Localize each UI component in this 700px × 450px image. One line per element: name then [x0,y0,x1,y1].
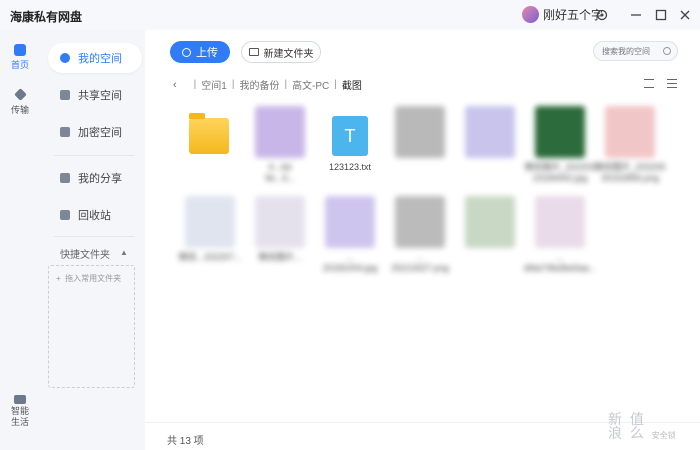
search-icon[interactable] [663,47,671,55]
nav-label: 加密空间 [78,127,122,139]
file-item[interactable]: 微信图片_202203 23184942.jpg [524,106,596,192]
transfer-icon [13,88,27,101]
folder-icon[interactable] [189,113,229,154]
quick-folder-dropzone[interactable]: + 拖入常用文件夹 [48,265,135,388]
rail-transfer-label: 传输 [10,105,29,115]
file-item[interactable]: ... 25213427.png [385,196,455,282]
rail-smart-life[interactable]: 智能 生活 [0,395,40,428]
file-item[interactable]: ... 20181004.jpg [315,196,385,282]
quick-folder-hint-text: 拖入常用文件夹 [65,274,122,283]
image-thumbnail[interactable] [465,106,515,158]
new-folder-button[interactable]: 新建文件夹 [241,41,321,63]
main-content: 上传 新建文件夹 ‹ | 空间1 | 我的备份 | 高文-PC | 截图 6..… [145,30,700,450]
file-name: ... 25213427.png [391,252,449,273]
left-rail: 首页 传输 智能 生活 [0,30,40,450]
file-name: 微信图片_202205 30152856.png [594,162,666,183]
breadcrumb-item[interactable]: 我的备份 [239,77,279,92]
nav-divider [54,155,134,156]
nav-item-shared-space[interactable]: 共享空间 [48,80,142,110]
image-thumbnail[interactable] [535,106,585,158]
new-folder-label: 新建文件夹 [263,48,314,60]
file-item[interactable]: T 123123.txt [315,106,385,192]
nav-label: 回收站 [78,210,111,222]
close-icon[interactable] [676,6,694,24]
file-name: ... dfda73fa3be5aa... [523,252,597,273]
avatar[interactable] [522,6,539,23]
file-item[interactable] [385,106,455,192]
nav-divider [54,236,134,237]
image-thumbnail[interactable] [605,106,655,158]
nav-item-recycle-bin[interactable]: 回收站 [48,200,142,230]
upload-button[interactable]: 上传 [170,41,230,63]
breadcrumb-separator: | [193,79,197,90]
upload-label: 上传 [196,47,218,59]
list-view-icon[interactable] [667,79,677,88]
image-thumbnail[interactable] [325,196,375,248]
maximize-icon[interactable] [652,6,670,24]
file-item[interactable] [455,196,525,282]
file-item[interactable] [175,106,245,192]
nav-label: 我的分享 [78,173,122,185]
new-folder-icon [248,48,259,56]
upload-icon [182,47,191,57]
file-item[interactable] [455,106,525,192]
file-item[interactable]: 微信图片... [245,196,315,282]
shield-icon [60,127,70,137]
rail-life-label: 智能 生活 [10,406,29,427]
file-name: 123123.txt [328,162,372,172]
rail-home-label: 首页 [10,60,29,70]
nav-panel: 我的空间 共享空间 加密空间 我的分享 回收站 快捷文件夹 ▲ + 拖入常用文件… [40,30,145,450]
image-thumbnail[interactable] [255,196,305,248]
home-icon [14,44,26,56]
minimize-icon[interactable] [627,6,645,24]
image-thumbnail[interactable] [395,106,445,158]
watermark-sub: 安全锁 [651,431,676,440]
file-item[interactable]: 6...6d 9e...6... [245,106,315,192]
file-item[interactable]: 微信...202207... [175,196,245,282]
caret-up-icon[interactable]: ▲ [120,248,128,257]
shared-space-icon [60,90,70,100]
breadcrumb-separator: | [284,79,288,90]
watermark-text: 新 值 浪 么 [608,411,646,441]
breadcrumb-separator: | [334,79,337,90]
file-item[interactable]: ... dfda73fa3be5aa... [524,196,596,282]
search-box[interactable] [593,41,678,61]
item-count: 共 13 项 [167,436,204,447]
nav-label: 共享空间 [78,90,122,102]
title-bar: 海康私有网盘 刚好五个字 [0,0,700,30]
back-icon[interactable]: ‹ [173,79,177,91]
rail-home[interactable]: 首页 [0,44,40,71]
rail-transfer[interactable]: 传输 [0,88,40,116]
nav-item-my-space[interactable]: 我的空间 [48,43,142,73]
nav-item-my-shares[interactable]: 我的分享 [48,163,142,193]
breadcrumb-item[interactable]: 空间1 [201,77,227,92]
watermark-logo: 新 值 浪 么 安全锁 [608,412,676,443]
my-space-icon [60,53,70,63]
text-file-glyph: T [344,125,356,146]
file-item[interactable]: 微信图片_202205 30152856.png [594,106,666,192]
text-file-icon[interactable]: T [332,116,368,156]
user-menu[interactable]: 刚好五个字 [522,6,603,23]
nav-item-encrypted-space[interactable]: 加密空间 [48,117,142,147]
breadcrumb-item[interactable]: 高文-PC [292,77,329,92]
image-thumbnail[interactable] [535,196,585,248]
search-input[interactable] [602,46,657,56]
quick-folder-hint: + 拖入常用文件夹 [56,274,122,283]
target-icon[interactable] [593,6,611,24]
breadcrumb-separator: | [231,79,235,90]
image-thumbnail[interactable] [255,106,305,158]
image-thumbnail[interactable] [465,196,515,248]
sort-icon[interactable] [644,79,654,88]
nav-label: 我的空间 [78,53,122,65]
share-icon [60,173,70,183]
app-title: 海康私有网盘 [10,10,83,24]
trash-icon [60,210,70,220]
quick-folder-header: 快捷文件夹 [60,250,110,261]
breadcrumb: ‹ | 空间1 | 我的备份 | 高文-PC | 截图 [173,77,362,93]
image-thumbnail[interactable] [395,196,445,248]
image-thumbnail[interactable] [185,196,235,248]
breadcrumb-current: 截图 [341,81,362,92]
smart-life-icon [14,395,26,404]
